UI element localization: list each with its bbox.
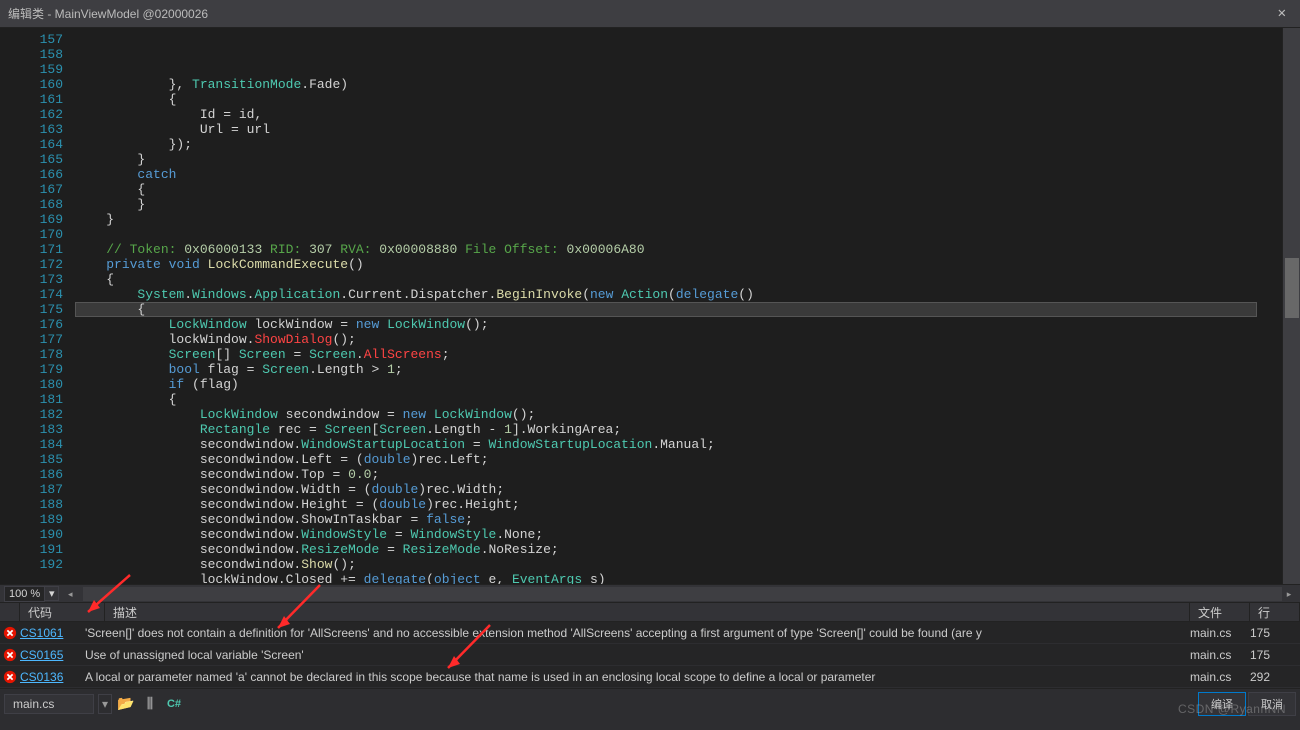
hscroll-right-icon[interactable]: ▸: [1282, 587, 1296, 601]
code-line[interactable]: [75, 227, 1282, 242]
code-line[interactable]: LockWindow secondwindow = new LockWindow…: [75, 407, 1282, 422]
error-row[interactable]: CS0165 Use of unassigned local variable '…: [0, 644, 1300, 666]
title-bar: 编辑类 - MainViewModel @02000026 ✕: [0, 0, 1300, 28]
zoom-level[interactable]: 100 %: [4, 586, 45, 602]
code-line[interactable]: Rectangle rec = Screen[Screen.Length - 1…: [75, 422, 1282, 437]
code-line[interactable]: private void LockCommandExecute(): [75, 257, 1282, 272]
code-line[interactable]: {: [75, 92, 1282, 107]
col-line: 行: [1258, 604, 1270, 621]
code-line[interactable]: lockWindow.Closed += delegate(object e, …: [75, 572, 1282, 584]
code-area[interactable]: }, TransitionMode.Fade) { Id = id, Url =…: [75, 28, 1282, 584]
error-code-link[interactable]: CS0136: [20, 670, 63, 684]
code-line[interactable]: Id = id,: [75, 107, 1282, 122]
columns-icon[interactable]: ⫼: [140, 695, 160, 712]
col-desc: 描述: [113, 604, 137, 621]
code-line[interactable]: secondwindow.ResizeMode = ResizeMode.NoR…: [75, 542, 1282, 557]
code-line[interactable]: {: [75, 272, 1282, 287]
scrollbar-thumb[interactable]: [1285, 258, 1299, 318]
code-line[interactable]: if (flag): [75, 377, 1282, 392]
zoom-bar: 100 % ▾ ◂ ▸: [0, 584, 1300, 602]
error-desc: A local or parameter named 'a' cannot be…: [85, 670, 1190, 684]
error-line: 292: [1250, 670, 1300, 684]
vertical-scrollbar[interactable]: [1282, 28, 1300, 584]
code-line[interactable]: bool flag = Screen.Length > 1;: [75, 362, 1282, 377]
code-editor[interactable]: 1571581591601611621631641651661671681691…: [0, 28, 1300, 584]
code-line[interactable]: System.Windows.Application.Current.Dispa…: [75, 287, 1282, 302]
code-line[interactable]: secondwindow.WindowStyle = WindowStyle.N…: [75, 527, 1282, 542]
error-line: 175: [1250, 648, 1300, 662]
file-name-input[interactable]: main.cs: [4, 694, 94, 714]
error-icon: [0, 626, 20, 640]
code-line[interactable]: Url = url: [75, 122, 1282, 137]
code-line[interactable]: LockWindow lockWindow = new LockWindow()…: [75, 317, 1282, 332]
code-line[interactable]: secondwindow.Width = (double)rec.Width;: [75, 482, 1282, 497]
zoom-dropdown-icon[interactable]: ▾: [45, 586, 59, 601]
error-file: main.cs: [1190, 648, 1250, 662]
file-dropdown-icon[interactable]: ▾: [98, 694, 112, 714]
error-file: main.cs: [1190, 670, 1250, 684]
code-line[interactable]: // Token: 0x06000133 RID: 307 RVA: 0x000…: [75, 242, 1282, 257]
code-line[interactable]: {: [75, 182, 1282, 197]
error-list: CS1061 'Screen[]' does not contain a defi…: [0, 622, 1300, 688]
code-line[interactable]: secondwindow.WindowStartupLocation = Win…: [75, 437, 1282, 452]
code-line[interactable]: }: [75, 212, 1282, 227]
code-line[interactable]: }: [75, 197, 1282, 212]
line-gutter: 1571581591601611621631641651661671681691…: [0, 28, 75, 584]
error-desc: 'Screen[]' does not contain a definition…: [85, 626, 1190, 640]
error-row[interactable]: CS1061 'Screen[]' does not contain a defi…: [0, 622, 1300, 644]
code-line[interactable]: secondwindow.ShowInTaskbar = false;: [75, 512, 1282, 527]
error-icon: [0, 670, 20, 684]
code-line[interactable]: }, TransitionMode.Fade): [75, 77, 1282, 92]
error-code-link[interactable]: CS0165: [20, 648, 63, 662]
window-title: 编辑类 - MainViewModel @02000026: [8, 5, 208, 22]
col-code: 代码: [28, 604, 52, 621]
compile-button[interactable]: 编译: [1198, 692, 1246, 716]
code-line[interactable]: Screen[] Screen = Screen.AllScreens;: [75, 347, 1282, 362]
error-icon: [0, 648, 20, 662]
folder-open-icon[interactable]: 📂: [116, 695, 136, 712]
code-line[interactable]: });: [75, 137, 1282, 152]
code-line[interactable]: }: [75, 152, 1282, 167]
error-code-link[interactable]: CS1061: [20, 626, 63, 640]
error-desc: Use of unassigned local variable 'Screen…: [85, 648, 1190, 662]
code-line[interactable]: lockWindow.ShowDialog();: [75, 332, 1282, 347]
hscroll-left-icon[interactable]: ◂: [63, 587, 77, 601]
code-line[interactable]: secondwindow.Left = (double)rec.Left;: [75, 452, 1282, 467]
code-line[interactable]: secondwindow.Top = 0.0;: [75, 467, 1282, 482]
error-list-header: 代码 描述 文件 行: [0, 602, 1300, 622]
code-line[interactable]: {: [75, 392, 1282, 407]
current-line-highlight: [75, 302, 1257, 317]
csharp-icon[interactable]: C#: [164, 698, 184, 710]
code-line[interactable]: secondwindow.Height = (double)rec.Height…: [75, 497, 1282, 512]
error-row[interactable]: CS0136 A local or parameter named 'a' can…: [0, 666, 1300, 688]
horizontal-scrollbar[interactable]: [83, 587, 1282, 601]
error-file: main.cs: [1190, 626, 1250, 640]
code-line[interactable]: secondwindow.Show();: [75, 557, 1282, 572]
error-line: 175: [1250, 626, 1300, 640]
cancel-button[interactable]: 取消: [1248, 692, 1296, 716]
bottom-toolbar: main.cs ▾ 📂 ⫼ C# 编译 取消: [0, 688, 1300, 718]
close-icon[interactable]: ✕: [1272, 5, 1292, 22]
code-line[interactable]: catch: [75, 167, 1282, 182]
col-file: 文件: [1198, 604, 1222, 621]
